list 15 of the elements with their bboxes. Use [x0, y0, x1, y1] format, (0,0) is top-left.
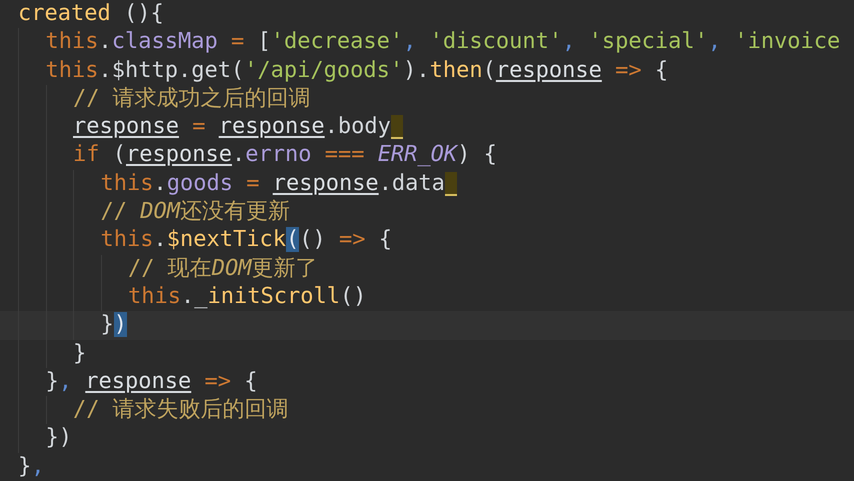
- code-line: if (response.errno === ERR_OK) {: [0, 141, 854, 170]
- code-line: }, response => {: [0, 368, 854, 396]
- code-line: this.$nextTick(() => {: [0, 226, 854, 255]
- code-line: }): [0, 424, 854, 453]
- code-line: created (){: [17, 0, 165, 28]
- code-line: this.goods = response.data: [0, 170, 854, 198]
- code-line: // 请求失败后的回调: [0, 396, 854, 424]
- code-line: response = response.body: [0, 113, 854, 142]
- code-line: this.$http.get('/api/goods').then(response => {: [0, 56, 854, 85]
- code-line: },: [17, 452, 46, 481]
- code-line: }: [0, 340, 854, 368]
- code-line: // 请求成功之后的回调: [0, 84, 854, 114]
- code-line: // 现在DOM更新了: [0, 254, 854, 283]
- code-line: // DOM还没有更新: [0, 198, 854, 226]
- code-line: this.classMap = ['decrease', 'discount', 'special', 'invoice: [0, 28, 854, 57]
